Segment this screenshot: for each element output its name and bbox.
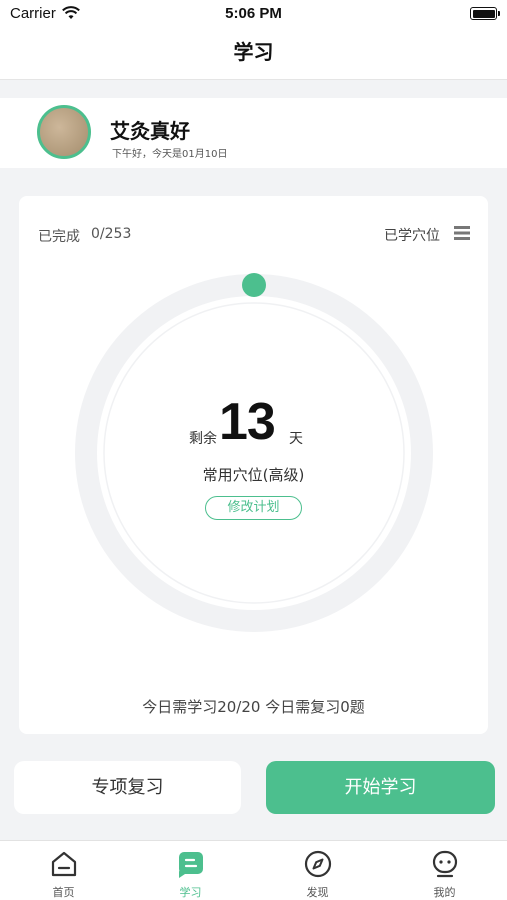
tab-mine[interactable]: 我的 xyxy=(381,841,507,900)
navigation-bar: 学习 xyxy=(0,30,507,80)
progress-knob xyxy=(242,273,266,297)
battery-icon xyxy=(470,7,500,20)
tab-home[interactable]: 首页 xyxy=(0,841,127,900)
remaining-unit: 天 xyxy=(289,431,303,447)
special-review-button[interactable]: 专项复习 xyxy=(14,761,241,814)
status-bar: Carrier 5:06 PM xyxy=(0,0,507,30)
remaining-prefix: 剩余 xyxy=(189,431,217,447)
start-learning-button[interactable]: 开始学习 xyxy=(266,761,495,814)
progress-ring xyxy=(75,273,433,632)
tab-study[interactable]: 学习 xyxy=(127,841,254,900)
list-icon[interactable] xyxy=(454,225,470,241)
home-icon xyxy=(51,851,77,877)
ring-track xyxy=(75,274,433,632)
greeting-text: 下午好，今天是01月10日 xyxy=(112,149,228,160)
ring-inner-line xyxy=(103,302,405,604)
edit-plan-button[interactable]: 修改计划 xyxy=(205,496,302,520)
completed-value: 0/253 xyxy=(91,226,132,242)
tab-discover-label: 发现 xyxy=(306,886,329,899)
daily-summary: 今日需学习20/20 今日需复习0题 xyxy=(142,698,365,716)
user-name: 艾灸真好 xyxy=(110,119,190,143)
profile-icon xyxy=(432,850,458,878)
tab-discover[interactable]: 发现 xyxy=(254,841,381,900)
tab-mine-label: 我的 xyxy=(433,886,456,899)
completed-label: 已完成 xyxy=(38,229,80,245)
tab-study-label: 学习 xyxy=(179,886,202,899)
clock: 5:06 PM xyxy=(225,5,282,22)
tab-bar: 首页 学习 发现 我的 xyxy=(0,840,507,900)
progress-card: 已完成 0/253 已学穴位 剩余 13 天 常用穴位(高级) 修改计划 今日需… xyxy=(19,196,488,734)
tab-home-label: 首页 xyxy=(52,886,75,899)
avatar[interactable] xyxy=(37,105,91,159)
page-title: 学习 xyxy=(233,40,274,64)
remaining-days: 13 xyxy=(219,393,276,451)
course-name: 常用穴位(高级) xyxy=(202,466,305,484)
compass-icon xyxy=(304,850,332,878)
profile-header[interactable]: 艾灸真好 下午好，今天是01月10日 xyxy=(0,98,507,168)
learned-acupoints-link[interactable]: 已学穴位 xyxy=(384,225,440,245)
study-icon xyxy=(179,852,203,878)
